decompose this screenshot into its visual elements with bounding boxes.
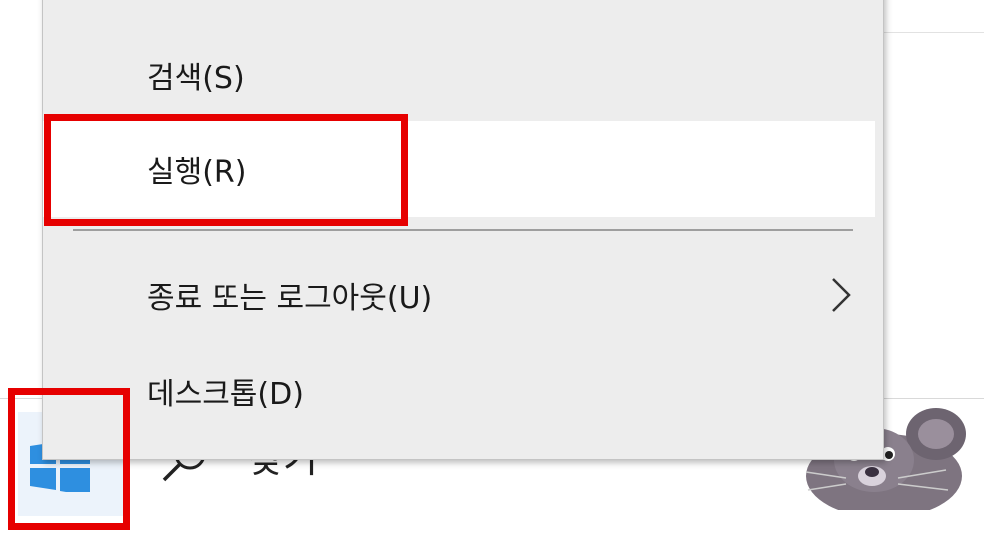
menu-item-shutdown[interactable]: 종료 또는 로그아웃(U) bbox=[43, 247, 875, 343]
window-edge bbox=[880, 32, 984, 33]
run-highlight-box bbox=[44, 114, 408, 226]
start-highlight-box bbox=[8, 388, 130, 530]
menu-item-search[interactable]: 검색(S) bbox=[43, 27, 875, 123]
screen: 찾기 검색(S) 실행(R) 종료 또는 로그아웃(U) 데스크톱(D) bbox=[0, 0, 984, 533]
menu-item-label: 데스크톱(D) bbox=[147, 377, 304, 412]
menu-item-desktop[interactable]: 데스크톱(D) bbox=[43, 343, 875, 439]
menu-separator bbox=[73, 229, 853, 231]
menu-item-label: 검색(S) bbox=[147, 61, 245, 96]
start-context-menu: 검색(S) 실행(R) 종료 또는 로그아웃(U) 데스크톱(D) bbox=[42, 0, 884, 460]
menu-item-label: 종료 또는 로그아웃(U) bbox=[147, 281, 433, 316]
chevron-right-icon bbox=[832, 278, 851, 312]
